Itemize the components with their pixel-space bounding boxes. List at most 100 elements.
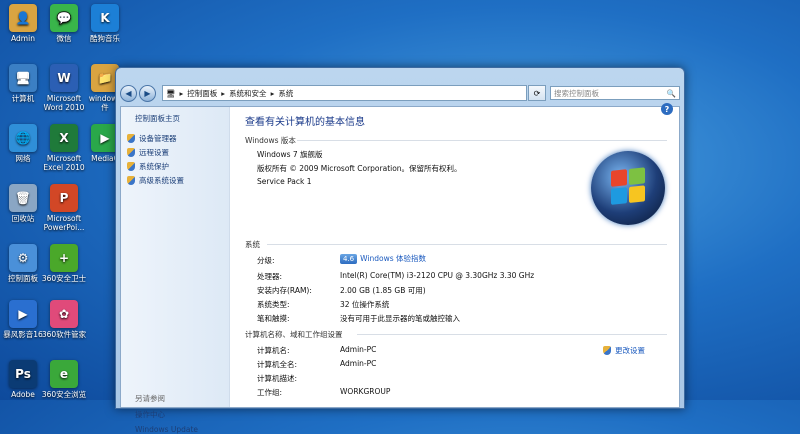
page-title: 查看有关计算机的基本信息 bbox=[245, 117, 365, 128]
system-value: 32 位操作系统 bbox=[340, 300, 390, 309]
breadcrumb-item[interactable]: 系统 bbox=[278, 88, 293, 99]
desktop-icon-label: Microsoft Word 2010 bbox=[43, 94, 85, 112]
section-heading: 计算机名称、域和工作组设置 bbox=[245, 330, 343, 339]
desktop-icon[interactable]: P Microsoft PowerPoi... bbox=[41, 184, 87, 232]
control-panel-window: ◀ ▶ 🖥 ▸ 控制面板 ▸ 系统和安全 ▸ 系统 ⟳ 搜索控制面板 🔍 ? 控… bbox=[115, 67, 685, 434]
shield-icon bbox=[127, 161, 135, 171]
breadcrumb-item[interactable]: 系统和安全 bbox=[229, 88, 267, 99]
rating-badge: 4.6 bbox=[340, 254, 358, 264]
system-value: 没有可用于此显示器的笔或触控输入 bbox=[340, 314, 460, 323]
refresh-button[interactable]: ⟳ bbox=[528, 85, 546, 101]
desktop-icon[interactable]: 💬 微信 bbox=[41, 4, 87, 43]
desktop-icon[interactable]: X Microsoft Excel 2010 bbox=[41, 124, 87, 172]
divider bbox=[357, 334, 667, 335]
desktop-icon[interactable]: e 360安全浏览 bbox=[41, 360, 87, 399]
app-icon: P bbox=[50, 184, 78, 212]
network-value: Admin-PC bbox=[340, 345, 377, 354]
system-label: 笔和触摸: bbox=[257, 314, 290, 323]
search-input[interactable]: 搜索控制面板 🔍 bbox=[550, 86, 680, 100]
breadcrumb-item[interactable]: 控制面板 bbox=[187, 88, 217, 99]
computer-icon: 🖥 bbox=[166, 88, 176, 98]
chevron-right-icon: ▸ bbox=[270, 88, 275, 98]
system-label: 安装内存(RAM): bbox=[257, 286, 312, 295]
desktop-icon[interactable]: ✿ 360软件管家 bbox=[41, 300, 87, 339]
desktop-icon[interactable]: ▶ 暴风影音16 bbox=[0, 300, 46, 339]
chevron-right-icon: ▸ bbox=[221, 88, 226, 98]
system-value: 2.00 GB (1.85 GB 可用) bbox=[340, 286, 426, 295]
sidebar-links: 设备管理器 远程设置 系统保护 高级系统设置 bbox=[127, 131, 184, 187]
desktop-icon-label: 微信 bbox=[56, 34, 72, 43]
network-label: 计算机名: bbox=[257, 346, 290, 355]
desktop-icon[interactable]: W Microsoft Word 2010 bbox=[41, 64, 87, 112]
app-icon: 🖥 bbox=[9, 64, 37, 92]
system-value: Intel(R) Core(TM) i3-2120 CPU @ 3.30GHz … bbox=[340, 271, 535, 280]
app-icon: 👤 bbox=[9, 4, 37, 32]
desktop-icon-label: 酷狗音乐 bbox=[90, 34, 120, 43]
copyright-text: 版权所有 © 2009 Microsoft Corporation。保留所有权利… bbox=[257, 164, 462, 173]
see-also-action-center[interactable]: 操作中心 bbox=[135, 409, 165, 420]
system-label: 系统类型: bbox=[257, 300, 290, 309]
service-pack: Service Pack 1 bbox=[257, 177, 312, 186]
desktop-icon-label: 控制面板 bbox=[8, 274, 38, 283]
windows-logo bbox=[591, 151, 665, 225]
sidebar-item-remote-settings[interactable]: 远程设置 bbox=[127, 145, 184, 159]
desktop-icon[interactable]: +360安全卫士 bbox=[41, 244, 87, 283]
desktop-icon-label: Microsoft Excel 2010 bbox=[43, 154, 85, 172]
network-value: Admin-PC bbox=[340, 359, 377, 368]
desktop-icon[interactable]: Ps Adobe bbox=[0, 360, 46, 399]
experience-index[interactable]: 4.6 Windows 体验指数 bbox=[340, 253, 426, 264]
toolbar: ◀ ▶ 🖥 ▸ 控制面板 ▸ 系统和安全 ▸ 系统 ⟳ 搜索控制面板 🔍 bbox=[120, 82, 680, 104]
desktop-icon[interactable]: 🖥 计算机 bbox=[0, 64, 46, 103]
see-also-windows-update[interactable]: Windows Update bbox=[135, 425, 198, 434]
desktop-icon[interactable]: 🌐 网络 bbox=[0, 124, 46, 163]
sidebar: 控制面板主页 设备管理器 远程设置 系统保护 高级系统设置 另请参阅 操作中心 … bbox=[121, 107, 230, 434]
network-label: 计算机全名: bbox=[257, 360, 298, 369]
refresh-icon: ⟳ bbox=[533, 88, 541, 98]
divider bbox=[297, 140, 667, 141]
desktop-icon-label: 计算机 bbox=[11, 94, 35, 103]
system-label: 处理器: bbox=[257, 272, 283, 281]
back-button[interactable]: ◀ bbox=[120, 84, 137, 102]
app-icon: e bbox=[50, 360, 78, 388]
desktop-icon[interactable]: K 酷狗音乐 bbox=[82, 4, 128, 43]
network-value: WORKGROUP bbox=[340, 387, 391, 396]
section-heading: Windows 版本 bbox=[245, 136, 296, 145]
content-area: ? 控制面板主页 设备管理器 远程设置 系统保护 高级系统设置 另请参阅 操作中… bbox=[120, 103, 680, 434]
desktop-icon-label: Microsoft PowerPoi... bbox=[43, 214, 85, 232]
desktop-icon-label: Admin bbox=[11, 34, 35, 43]
change-settings-link[interactable]: 更改设置 bbox=[603, 345, 645, 356]
desktop-icon-label: 360安全卫士 bbox=[41, 274, 87, 283]
app-icon: ▶ bbox=[9, 300, 37, 328]
address-bar[interactable]: 🖥 ▸ 控制面板 ▸ 系统和安全 ▸ 系统 bbox=[162, 85, 527, 101]
app-icon: Ps bbox=[9, 360, 37, 388]
shield-icon bbox=[127, 133, 135, 143]
search-icon: 🔍 bbox=[666, 88, 676, 98]
desktop-icon-label: 网络 bbox=[15, 154, 31, 163]
app-icon: X bbox=[50, 124, 78, 152]
sidebar-item-system-protection[interactable]: 系统保护 bbox=[127, 159, 184, 173]
sidebar-home-link[interactable]: 控制面板主页 bbox=[135, 113, 180, 124]
chevron-right-icon: ▸ bbox=[179, 88, 184, 98]
desktop-icon[interactable]: ⚙ 控制面板 bbox=[0, 244, 46, 283]
sidebar-item-device-manager[interactable]: 设备管理器 bbox=[127, 131, 184, 145]
desktop-icon-label: 暴风影音16 bbox=[3, 330, 43, 339]
desktop-icon-label: 360软件管家 bbox=[41, 330, 87, 339]
shield-icon bbox=[603, 346, 611, 355]
app-icon: W bbox=[50, 64, 78, 92]
system-label: 分级: bbox=[257, 256, 275, 265]
network-label: 计算机描述: bbox=[257, 374, 298, 383]
app-icon: 🌐 bbox=[9, 124, 37, 152]
main-panel: 查看有关计算机的基本信息 Windows 版本 Windows 7 旗舰版 版权… bbox=[245, 107, 679, 407]
forward-button[interactable]: ▶ bbox=[139, 84, 156, 102]
desktop-icon-label: Adobe bbox=[11, 390, 35, 399]
app-icon: 🗑 bbox=[9, 184, 37, 212]
windows-flag-icon bbox=[611, 167, 647, 207]
sidebar-item-advanced-settings[interactable]: 高级系统设置 bbox=[127, 173, 184, 187]
desktop-icon-label: 360安全浏览 bbox=[41, 390, 87, 399]
desktop-icon[interactable]: 🗑 回收站 bbox=[0, 184, 46, 223]
windows-edition: Windows 7 旗舰版 bbox=[257, 150, 323, 159]
shield-icon bbox=[127, 175, 135, 185]
desktop-icon[interactable]: 👤 Admin bbox=[0, 4, 46, 43]
divider bbox=[267, 244, 667, 245]
app-icon: + bbox=[50, 244, 78, 272]
